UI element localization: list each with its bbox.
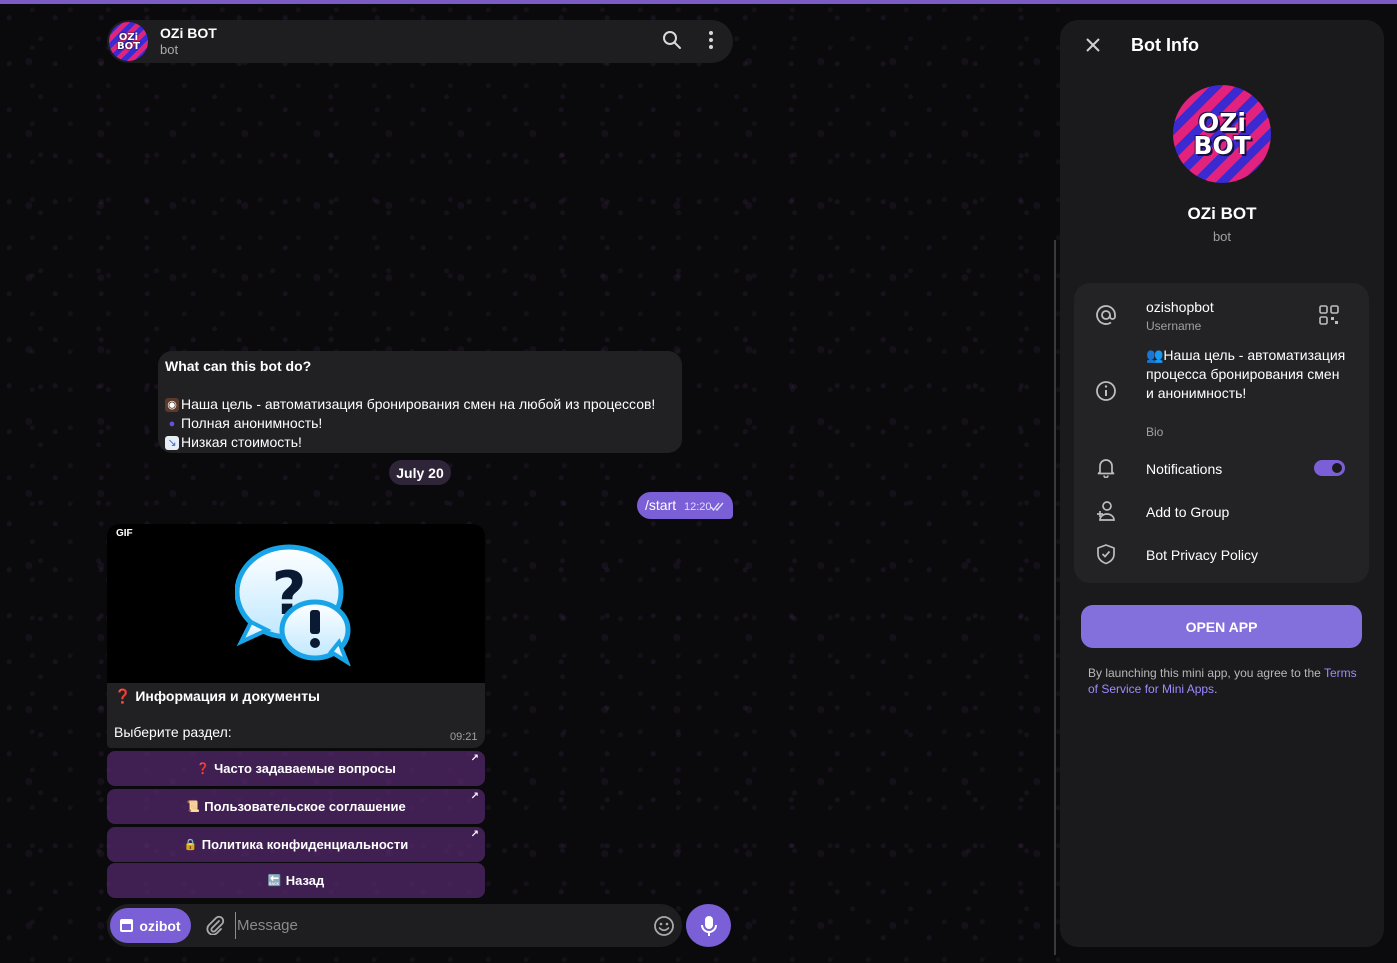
outgoing-message[interactable]: /start 12:20 [637,492,733,519]
terms-suffix: . [1214,682,1218,696]
info-circle-icon [1096,381,1116,401]
avatar-text: OZi BOT [1193,108,1251,160]
bot-info-panel: Bot Info OZi BOT OZi BOT bot ozishopbot … [1060,20,1384,947]
gif-badge: GIF [116,528,133,539]
terms-prefix: By launching this mini app, you agree to… [1088,666,1321,680]
description-line: ↘ Низкая стоимость! [165,433,675,452]
bot-name: OZi BOT [1187,204,1257,223]
description-line: ◉ Наша цель - автоматизация бронирования… [165,395,675,414]
keyboard-button-label: Часто задаваемые вопросы [214,761,396,776]
open-app-button[interactable]: OPEN APP [1081,605,1362,648]
keyboard-button-privacy-policy[interactable]: 🔒 Политика конфиденциальности ↗ [107,827,485,862]
bot-type: bot [1212,229,1232,244]
double-check-icon [710,502,724,511]
gif-media[interactable]: GIF ? [107,524,485,683]
back-arrow-emoji-icon: 🔙 [267,874,282,887]
gif-caption-body: Выберите раздел: [114,724,232,740]
external-link-arrow-icon: ↗ [470,829,479,840]
qr-code-icon[interactable] [1319,305,1339,325]
lock-emoji-icon: 🔒 [183,838,198,851]
description-text: Наша цель - автоматизация бронирования с… [181,396,656,412]
chart-down-emoji-icon: ↘ [165,435,179,450]
chat-header[interactable]: OZi BOT OZi BOT bot [107,20,733,63]
username-label: Username [1146,319,1202,333]
voice-record-button[interactable] [686,904,731,947]
date-chip: July 20 [389,460,451,485]
bot-avatar[interactable]: OZi BOT [1173,85,1271,183]
add-to-group-button[interactable]: Add to Group [1146,503,1229,522]
close-icon[interactable] [1085,37,1101,53]
message-time: 09:21 [450,731,478,743]
keyboard-button-label: Назад [285,873,325,888]
chat-title: OZi BOT [160,25,217,41]
avatar-text: OZi BOT [117,31,140,52]
question-mark-emoji-icon: ❓ [114,688,132,704]
keyboard-button-user-agreement[interactable]: 📜 Пользовательское соглашение ↗ [107,789,485,824]
notifications-toggle[interactable] [1314,460,1345,476]
spy-emoji-icon: ● [168,417,176,430]
avatar[interactable]: OZi BOT [109,22,148,61]
notifications-label: Notifications [1146,461,1223,477]
description-text: Низкая стоимость! [181,434,302,450]
external-link-arrow-icon: ↗ [470,791,479,802]
scroll-emoji-icon: 📜 [186,800,201,813]
chat-scrollbar[interactable] [1054,240,1056,955]
bio-label: Bio [1146,425,1164,439]
bot-menu-button[interactable]: ozibot [110,908,191,943]
caption-title-text: Информация и документы [135,688,321,704]
panel-title: Bot Info [1131,35,1199,55]
menu-app-icon [120,919,134,932]
emoji-smile-icon[interactable] [653,915,675,937]
gif-message[interactable]: GIF ? ❓ Информация и документы Выберите … [107,524,485,748]
paperclip-icon[interactable] [205,915,225,935]
terms-notice: By launching this mini app, you agree to… [1088,665,1358,697]
eye-emoji-icon: ◉ [165,397,179,412]
privacy-policy-button[interactable]: Bot Privacy Policy [1146,546,1258,565]
bot-info-card: ozishopbot Username 👥Наша цель - автомат… [1074,283,1369,583]
external-link-arrow-icon: ↗ [470,753,479,764]
at-sign-icon [1096,305,1116,325]
keyboard-button-faq[interactable]: ❓ Часто задаваемые вопросы ↗ [107,751,485,786]
microphone-icon [700,915,717,936]
description-text: Полная анонимность! [181,415,323,431]
message-time: 12:20 [684,501,712,513]
bell-icon [1097,459,1115,478]
message-input[interactable] [235,912,635,939]
bot-description-title: What can this bot do? [165,358,312,374]
keyboard-button-label: Политика конфиденциальности [201,837,409,852]
more-options-icon[interactable] [706,30,716,50]
keyboard-button-back[interactable]: 🔙 Назад [107,863,485,898]
message-text: /start [645,497,677,513]
description-line: ● Полная анонимность! [165,414,675,433]
add-user-icon [1097,501,1115,521]
question-mark-emoji-icon: ❓ [196,762,210,775]
bio-value: 👥Наша цель - автоматизация процесса брон… [1146,347,1346,401]
gif-caption-title: ❓ Информация и документы [114,687,320,706]
bot-menu-label: ozibot [139,917,181,934]
bot-description-bubble: What can this bot do? ◉ Наша цель - авто… [158,351,682,453]
chat-subtitle: bot [160,42,179,57]
username-value[interactable]: ozishopbot [1146,298,1214,317]
shield-check-icon [1097,544,1115,565]
question-exclamation-bubbles-icon: ? [235,544,351,666]
keyboard-button-label: Пользовательское соглашение [204,799,406,814]
search-icon[interactable] [662,30,682,50]
message-composer: ozibot [107,904,682,947]
